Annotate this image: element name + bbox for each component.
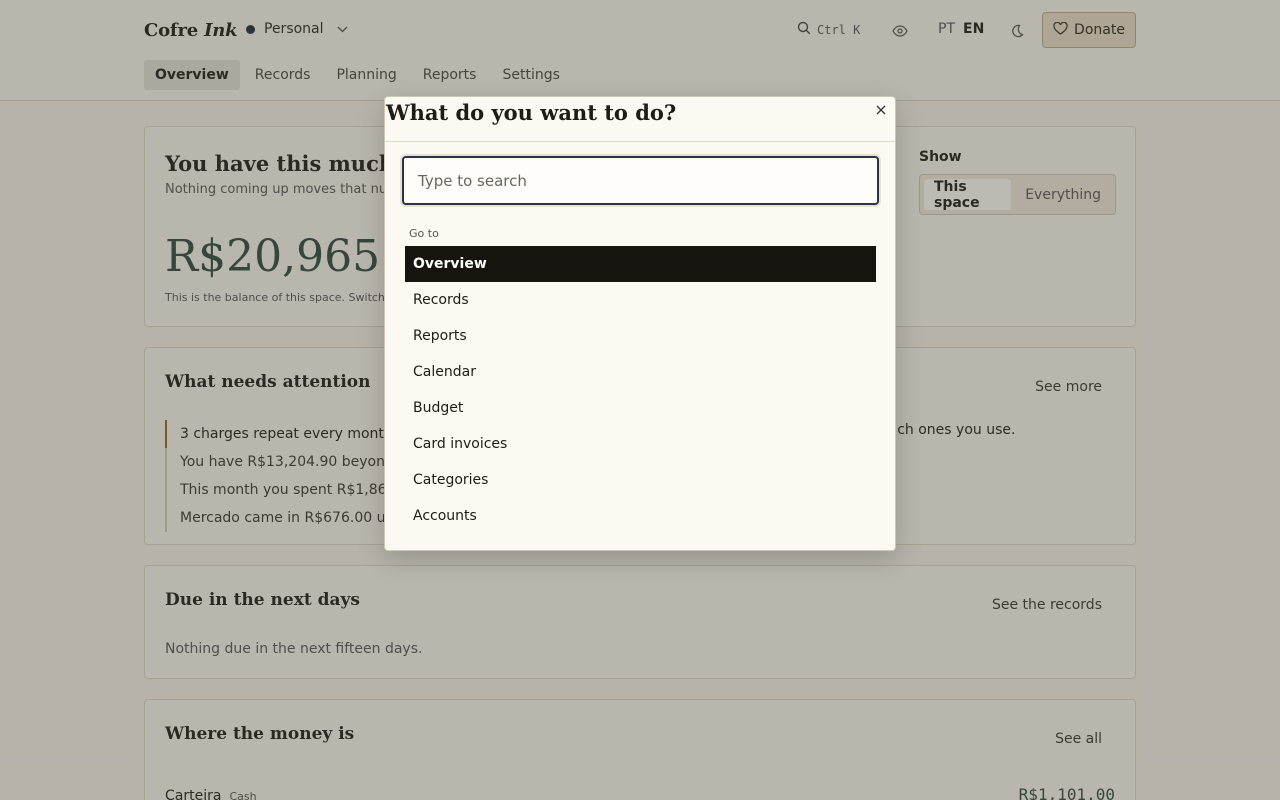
command-item-accounts[interactable]: Accounts — [405, 498, 876, 534]
command-item-overview[interactable]: Overview — [405, 246, 876, 282]
command-list: Overview Records Reports Calendar Budget… — [405, 246, 876, 534]
close-icon[interactable] — [873, 102, 889, 118]
command-item-calendar[interactable]: Calendar — [405, 354, 876, 390]
command-item-budget[interactable]: Budget — [405, 390, 876, 426]
command-item-categories[interactable]: Categories — [405, 462, 876, 498]
dialog-divider — [385, 141, 895, 142]
command-search-input[interactable] — [402, 156, 879, 205]
group-label-go-to: Go to — [409, 227, 439, 240]
command-item-records[interactable]: Records — [405, 282, 876, 318]
dialog-title: What do you want to do? — [386, 100, 677, 125]
command-item-reports[interactable]: Reports — [405, 318, 876, 354]
command-item-card-invoices[interactable]: Card invoices — [405, 426, 876, 462]
command-palette-dialog: What do you want to do? Go to Overview R… — [384, 96, 896, 551]
